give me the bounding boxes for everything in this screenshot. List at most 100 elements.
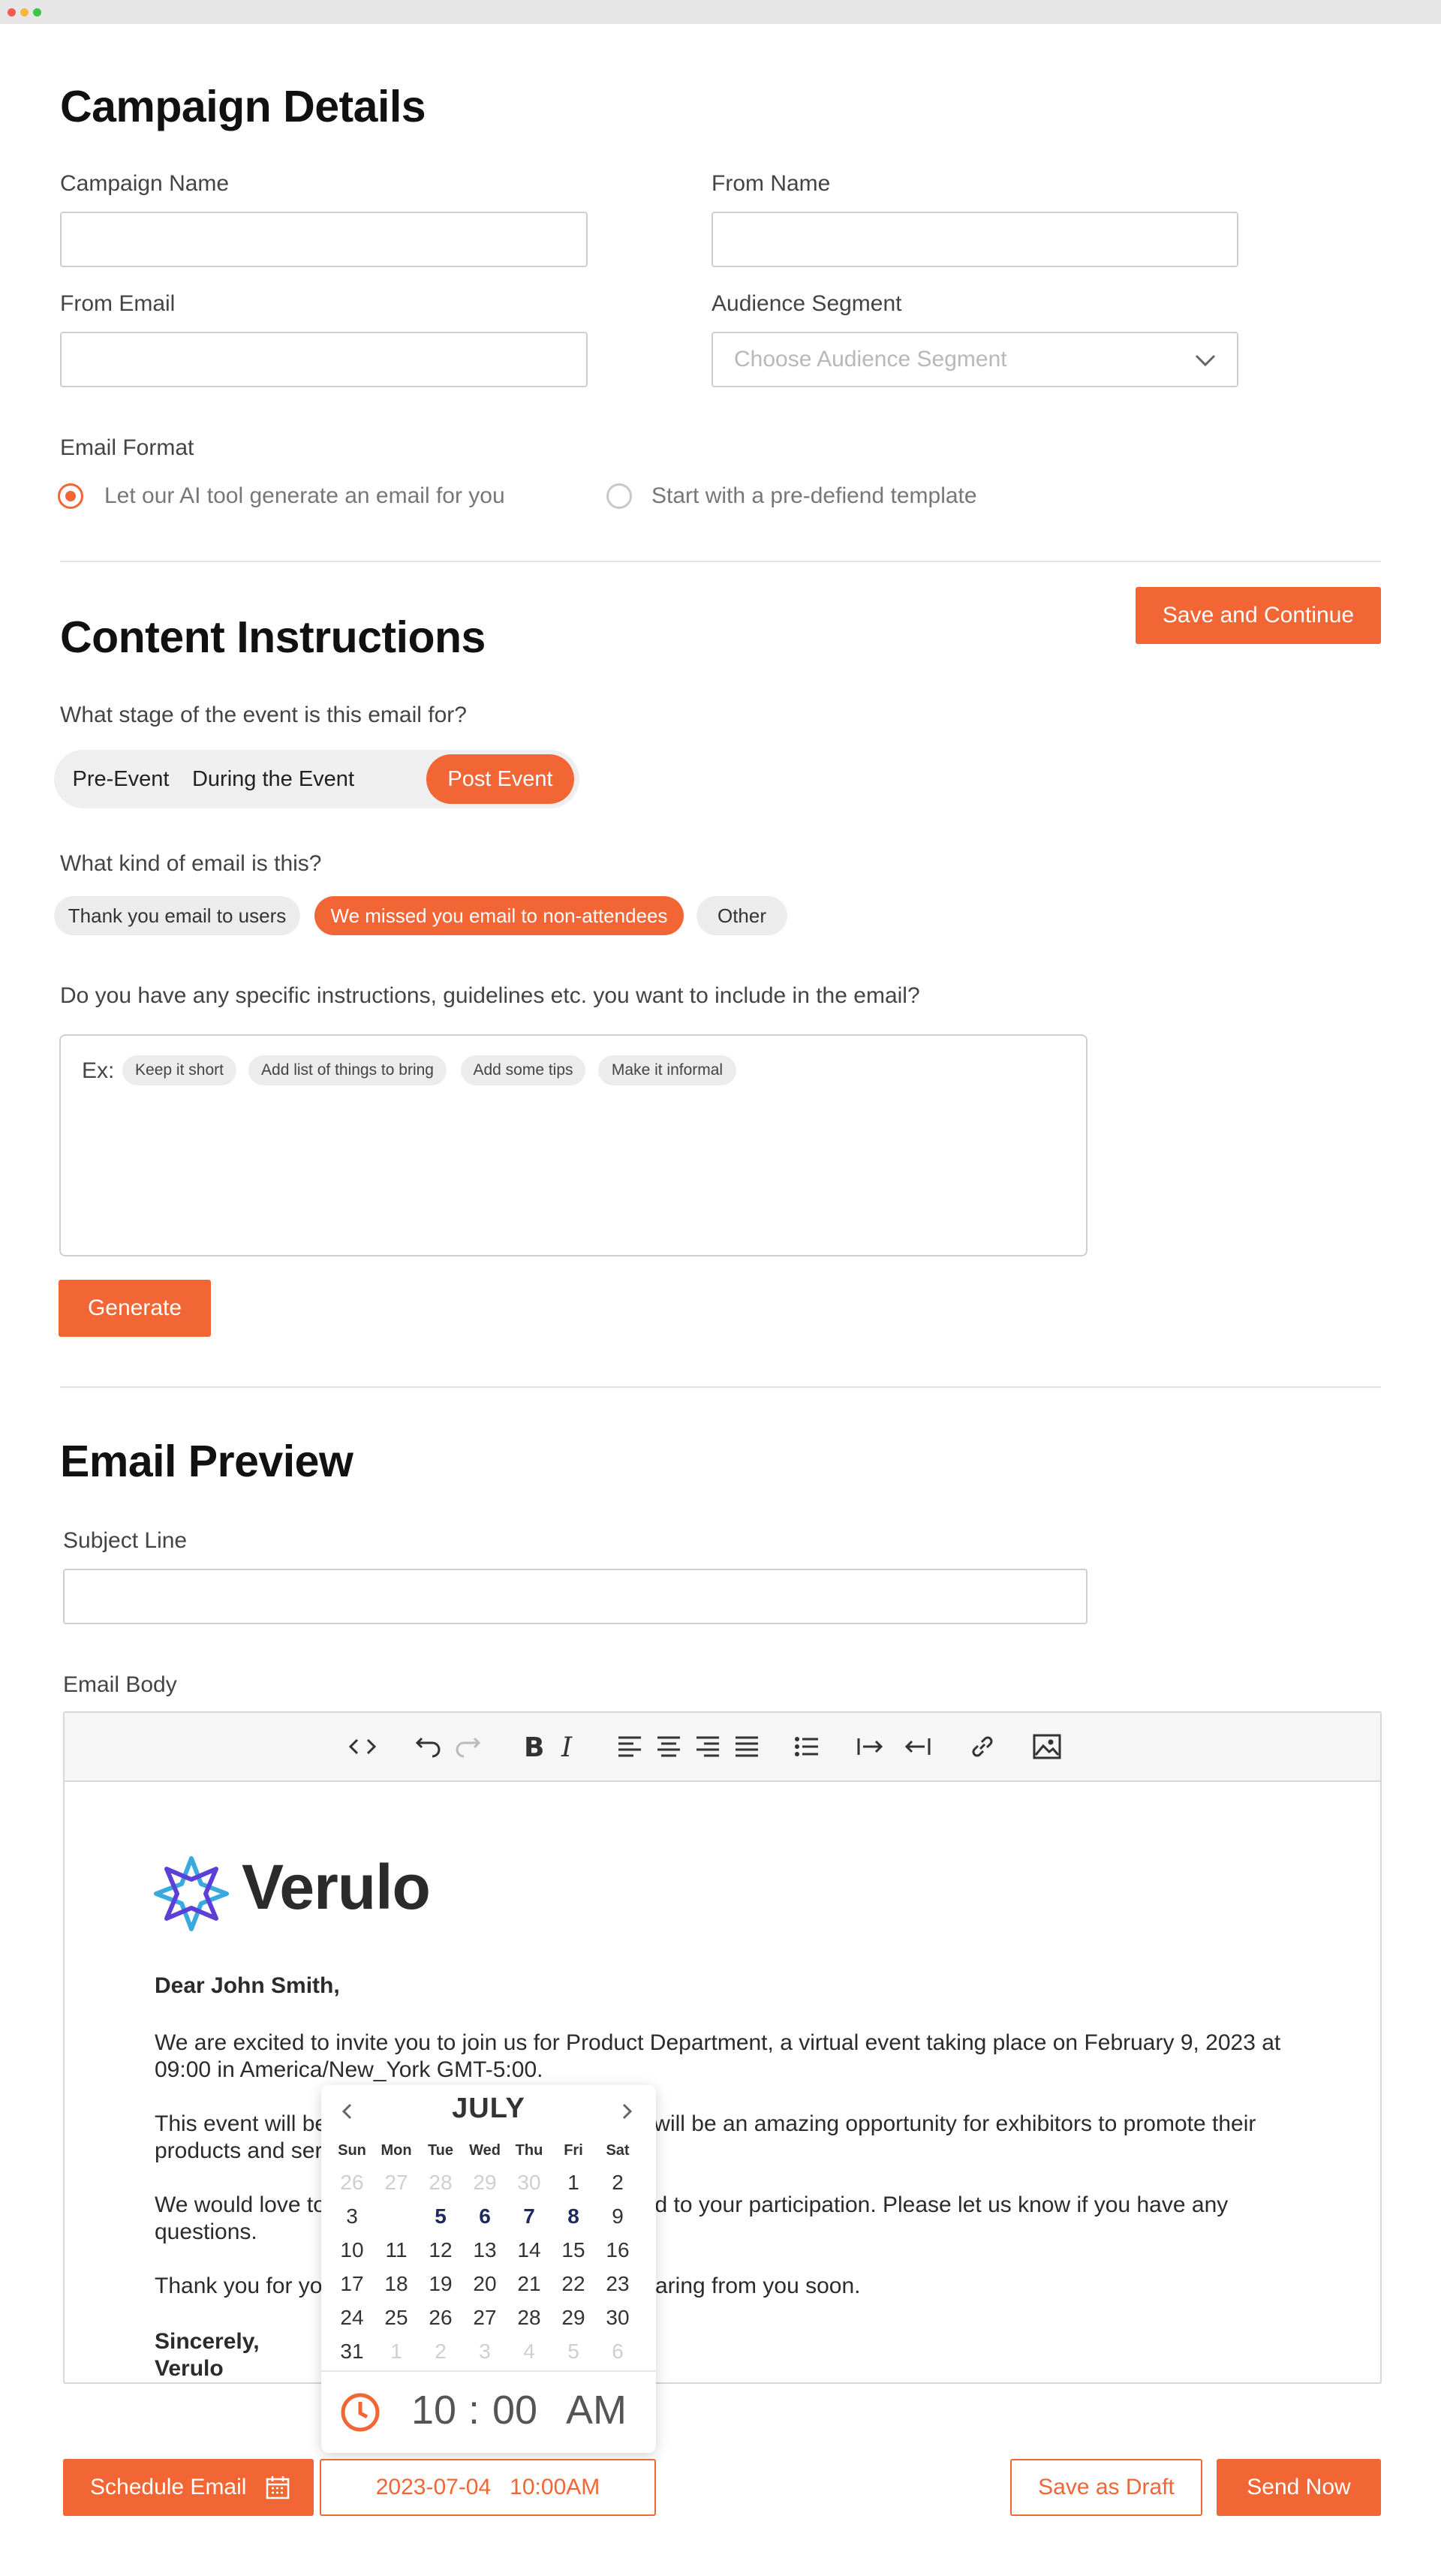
calendar-day[interactable]: 21 bbox=[507, 2269, 551, 2299]
calendar-day[interactable]: 8 bbox=[552, 2201, 595, 2231]
undo-icon[interactable] bbox=[411, 1729, 446, 1764]
campaign-name-label: Campaign Name bbox=[60, 171, 230, 196]
calendar-day-selected[interactable]: 4 bbox=[375, 2198, 418, 2234]
svg-text:I: I bbox=[561, 1732, 573, 1763]
calendar-day[interactable]: 17 bbox=[330, 2269, 374, 2299]
calendar-day[interactable]: 23 bbox=[596, 2269, 639, 2299]
next-month-icon[interactable] bbox=[615, 2100, 638, 2123]
calendar-day[interactable]: 13 bbox=[463, 2235, 507, 2265]
schedule-email-button[interactable]: Schedule Email bbox=[63, 2459, 314, 2516]
minimize-window-icon[interactable] bbox=[20, 8, 29, 17]
calendar-day: 1 bbox=[390, 2340, 402, 2363]
image-icon[interactable] bbox=[1030, 1729, 1064, 1764]
stage-post-event[interactable]: Post Event bbox=[426, 754, 574, 804]
from-name-label: From Name bbox=[711, 171, 831, 196]
time-hour[interactable]: 10 bbox=[411, 2387, 456, 2433]
calendar-day[interactable]: 30 bbox=[596, 2303, 639, 2333]
stage-question: What stage of the event is this email fo… bbox=[60, 703, 467, 727]
audience-segment-select[interactable]: Choose Audience Segment bbox=[711, 332, 1238, 387]
align-justify-icon[interactable] bbox=[730, 1729, 764, 1764]
ai-generate-radio[interactable] bbox=[58, 483, 83, 509]
example-chip[interactable]: Add list of things to bring bbox=[248, 1055, 447, 1085]
calendar-day[interactable]: 3 bbox=[330, 2201, 374, 2231]
kind-missed-you[interactable]: We missed you email to non-attendees bbox=[314, 896, 684, 935]
indent-icon[interactable] bbox=[853, 1729, 887, 1764]
subject-line-input[interactable] bbox=[63, 1569, 1088, 1624]
calendar-day[interactable]: 28 bbox=[507, 2303, 551, 2333]
calendar-day[interactable]: 15 bbox=[552, 2235, 595, 2265]
example-chip[interactable]: Keep it short bbox=[122, 1055, 236, 1085]
subject-line-label: Subject Line bbox=[63, 1528, 188, 1553]
code-icon[interactable] bbox=[345, 1729, 380, 1764]
instructions-textarea[interactable]: Ex: Keep it short Add list of things to … bbox=[59, 1034, 1088, 1256]
editor-toolbar: B I bbox=[65, 1713, 1380, 1782]
day-of-week: Fri bbox=[564, 2142, 583, 2159]
section-divider bbox=[60, 561, 1381, 562]
maximize-window-icon[interactable] bbox=[33, 8, 41, 17]
template-radio[interactable] bbox=[606, 483, 632, 509]
calendar-day[interactable]: 29 bbox=[552, 2303, 595, 2333]
schedule-email-label: Schedule Email bbox=[90, 2475, 247, 2499]
generate-button[interactable]: Generate bbox=[59, 1280, 211, 1337]
stage-during-event[interactable]: During the Event bbox=[183, 754, 363, 804]
ai-generate-radio-label[interactable]: Let our AI tool generate an email for yo… bbox=[104, 483, 505, 509]
send-now-button[interactable]: Send Now bbox=[1217, 2459, 1381, 2516]
calendar-day[interactable]: 31 bbox=[330, 2337, 374, 2367]
outdent-icon[interactable] bbox=[901, 1729, 935, 1764]
align-left-icon[interactable] bbox=[612, 1729, 647, 1764]
email-body-label: Email Body bbox=[63, 1672, 177, 1697]
svg-text:B: B bbox=[524, 1732, 544, 1763]
calendar-day[interactable]: 24 bbox=[330, 2303, 374, 2333]
calendar-day[interactable]: 11 bbox=[375, 2235, 418, 2265]
schedule-datetime-field[interactable]: 2023-07-04 10:00AM bbox=[320, 2459, 656, 2516]
calendar-day[interactable]: 25 bbox=[375, 2303, 418, 2333]
link-icon[interactable] bbox=[965, 1729, 1000, 1764]
save-as-draft-button[interactable]: Save as Draft bbox=[1010, 2459, 1202, 2516]
calendar-day[interactable]: 18 bbox=[375, 2269, 418, 2299]
calendar-day[interactable]: 12 bbox=[419, 2235, 462, 2265]
calendar-day[interactable]: 1 bbox=[552, 2168, 595, 2198]
calendar-day[interactable]: 10 bbox=[330, 2235, 374, 2265]
campaign-page: Campaign Details Campaign Name From Name… bbox=[0, 24, 1441, 2576]
example-chip[interactable]: Make it informal bbox=[598, 1055, 736, 1085]
calendar-day[interactable]: 22 bbox=[552, 2269, 595, 2299]
calendar-day[interactable]: 20 bbox=[463, 2269, 507, 2299]
template-radio-label[interactable]: Start with a pre-defiend template bbox=[651, 483, 977, 509]
calendar-month: JULY bbox=[452, 2093, 525, 2124]
calendar-day[interactable]: 26 bbox=[419, 2303, 462, 2333]
time-ampm[interactable]: AM bbox=[566, 2387, 627, 2433]
bullet-list-icon[interactable] bbox=[790, 1729, 824, 1764]
calendar-day: 27 bbox=[384, 2171, 408, 2194]
from-email-input[interactable] bbox=[60, 332, 588, 387]
align-center-icon[interactable] bbox=[651, 1729, 686, 1764]
calendar-day[interactable]: 6 bbox=[463, 2201, 507, 2231]
email-paragraph: We are excited to invite you to join us … bbox=[155, 2030, 1281, 2082]
calendar-day[interactable]: 7 bbox=[507, 2201, 551, 2231]
italic-icon[interactable]: I bbox=[551, 1729, 585, 1764]
bold-icon[interactable]: B bbox=[515, 1729, 549, 1764]
audience-segment-label: Audience Segment bbox=[711, 291, 902, 316]
audience-segment-placeholder: Choose Audience Segment bbox=[734, 347, 1007, 372]
email-body-editor[interactable]: B I Verulo Dear John Smith, We are excit… bbox=[63, 1711, 1382, 2384]
align-right-icon[interactable] bbox=[690, 1729, 725, 1764]
campaign-name-input[interactable] bbox=[60, 212, 588, 267]
calendar-day[interactable]: 14 bbox=[507, 2235, 551, 2265]
time-minute[interactable]: 00 bbox=[492, 2387, 537, 2433]
event-stage-selector: Pre-Event During the Event Post Event bbox=[54, 750, 579, 808]
example-chip[interactable]: Add some tips bbox=[461, 1055, 585, 1085]
calendar-day[interactable]: 27 bbox=[463, 2303, 507, 2333]
close-window-icon[interactable] bbox=[8, 8, 16, 17]
kind-thank-you[interactable]: Thank you email to users bbox=[54, 896, 300, 935]
date-picker-popover: JULY Sun Mon Tue Wed Thu Fri Sat 26 27 28 2… bbox=[321, 2085, 656, 2453]
save-and-continue-button[interactable]: Save and Continue bbox=[1136, 587, 1381, 644]
calendar-day[interactable]: 19 bbox=[419, 2269, 462, 2299]
calendar-day[interactable]: 16 bbox=[596, 2235, 639, 2265]
email-preview-heading: Email Preview bbox=[60, 1437, 353, 1486]
calendar-day[interactable]: 9 bbox=[596, 2201, 639, 2231]
calendar-day[interactable]: 5 bbox=[419, 2201, 462, 2231]
calendar-day[interactable]: 2 bbox=[596, 2168, 639, 2198]
stage-pre-event[interactable]: Pre-Event bbox=[62, 754, 180, 804]
redo-icon[interactable] bbox=[450, 1729, 485, 1764]
from-name-input[interactable] bbox=[711, 212, 1238, 267]
kind-other[interactable]: Other bbox=[696, 896, 787, 935]
